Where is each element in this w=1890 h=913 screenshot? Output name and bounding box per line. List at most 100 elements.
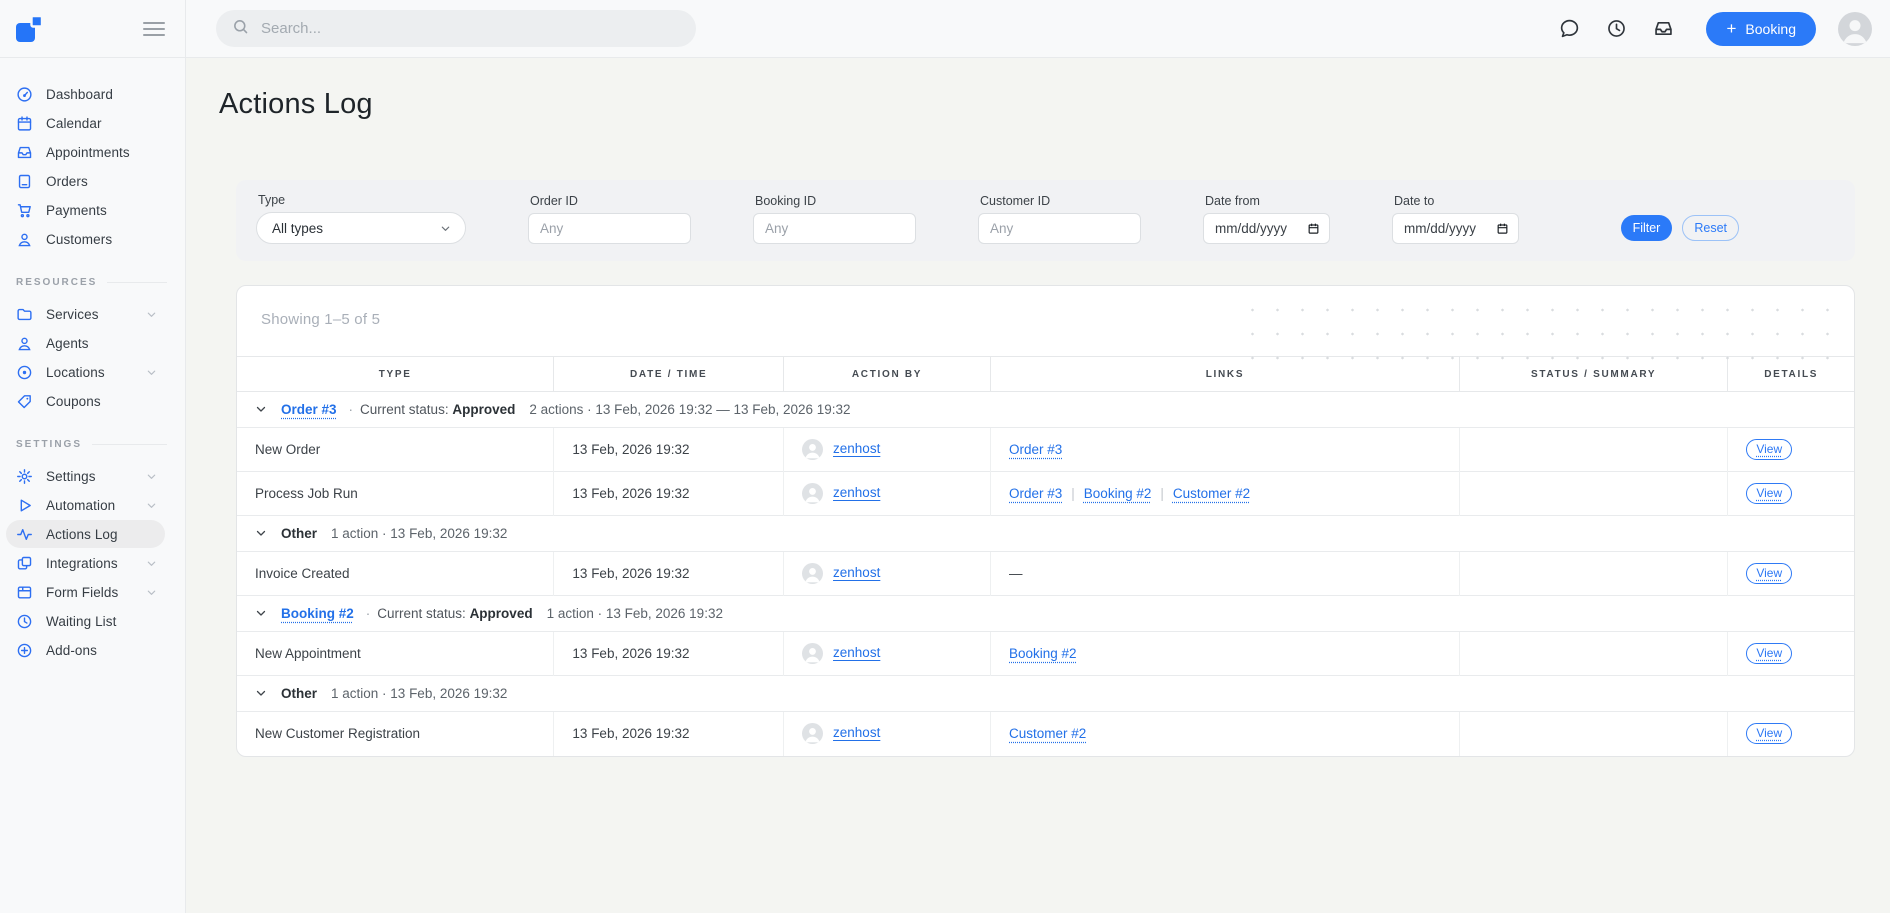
sidebar-item-orders[interactable]: Orders (6, 167, 165, 195)
action-row-new-appointment: New Appointment13 Feb, 2026 19:32zenhost… (237, 632, 1854, 676)
sidebar-section-resources: RESOURCES (16, 277, 167, 288)
sidebar-item-agents[interactable]: Agents (6, 329, 165, 357)
plus-icon: + (1726, 20, 1736, 37)
agents-icon (16, 335, 33, 352)
sidebar-item-coupons[interactable]: Coupons (6, 387, 165, 415)
action-datetime: 13 Feb, 2026 19:32 (554, 428, 784, 472)
sidebar-item-label: Automation (46, 498, 115, 513)
link-customer-2[interactable]: Customer #2 (1009, 726, 1086, 741)
dashboard-icon (16, 86, 33, 103)
avatar (802, 723, 823, 744)
filter-field-date-from: Date frommm/dd/yyyy (1203, 194, 1330, 244)
hamburger-menu-icon[interactable] (143, 22, 165, 36)
showing-count: Showing 1–5 of 5 (261, 311, 380, 328)
sidebar-section-settings: SETTINGS (16, 439, 167, 450)
column-header-links: LINKS (991, 357, 1460, 392)
actions-log-icon (16, 526, 33, 543)
link-booking-2[interactable]: Booking #2 (1084, 486, 1152, 501)
filter-label: Booking ID (755, 194, 916, 208)
chevron-down-icon[interactable] (255, 607, 267, 619)
filter-button[interactable]: Filter (1621, 215, 1673, 241)
customers-icon (16, 231, 33, 248)
group-title-link[interactable]: Order #3 (281, 402, 337, 417)
filter-label: Order ID (530, 194, 691, 208)
group-meta: 1 action · 13 Feb, 2026 19:32 (331, 526, 507, 541)
link-order-3[interactable]: Order #3 (1009, 486, 1062, 501)
view-button[interactable]: View (1746, 723, 1792, 744)
chevron-down-icon (146, 367, 157, 378)
add-booking-button[interactable]: + Booking (1706, 12, 1816, 46)
avatar (802, 643, 823, 664)
sidebar-item-form-fields[interactable]: Form Fields (6, 578, 165, 606)
column-header-type: TYPE (237, 357, 554, 392)
group-title-link[interactable]: Booking #2 (281, 606, 354, 621)
sidebar-item-label: Coupons (46, 394, 101, 409)
sidebar: Dashboard Calendar AppointmentsOrdersPayme… (0, 0, 186, 913)
action-datetime: 13 Feb, 2026 19:32 (554, 632, 784, 676)
waiting-list-icon (16, 613, 33, 630)
sidebar-item-label: Form Fields (46, 585, 118, 600)
group-row-other: Other 1 action · 13 Feb, 2026 19:32 (237, 676, 1854, 712)
customer-id-input[interactable] (978, 213, 1141, 244)
link-booking-2[interactable]: Booking #2 (1009, 646, 1077, 661)
sidebar-item-settings[interactable]: Settings (6, 462, 165, 490)
date-placeholder: mm/dd/yyyy (1404, 221, 1476, 236)
booking-id-input[interactable] (753, 213, 916, 244)
action-by-link[interactable]: zenhost (833, 565, 880, 580)
view-button[interactable]: View (1746, 643, 1792, 664)
search-bar[interactable] (216, 10, 696, 47)
view-button[interactable]: View (1746, 483, 1792, 504)
filter-label: Date to (1394, 194, 1519, 208)
filter-field-type: TypeAll types (256, 193, 466, 244)
link-order-3[interactable]: Order #3 (1009, 442, 1062, 457)
group-meta: 1 action · 13 Feb, 2026 19:32 (331, 686, 507, 701)
sidebar-item-actions-log[interactable]: Actions Log (6, 520, 165, 548)
view-button[interactable]: View (1746, 563, 1792, 584)
sidebar-item-customers[interactable]: Customers (6, 225, 165, 253)
sidebar-item-integrations[interactable]: Integrations (6, 549, 165, 577)
link-customer-2[interactable]: Customer #2 (1173, 486, 1250, 501)
view-button[interactable]: View (1746, 439, 1792, 460)
date-to-input[interactable]: mm/dd/yyyy (1392, 213, 1519, 244)
group-meta: 2 actions · 13 Feb, 2026 19:32 — 13 Feb,… (529, 402, 850, 417)
sidebar-item-services[interactable]: Services (6, 300, 165, 328)
action-datetime: 13 Feb, 2026 19:32 (554, 472, 784, 516)
filter-bar: TypeAll typesOrder IDBooking IDCustomer … (236, 180, 1855, 261)
action-by-link[interactable]: zenhost (833, 645, 880, 660)
sidebar-item-dashboard[interactable]: Dashboard (6, 80, 165, 108)
order-id-input[interactable] (528, 213, 691, 244)
sidebar-item-waiting-list[interactable]: Waiting List (6, 607, 165, 635)
sidebar-item-add-ons[interactable]: Add-ons (6, 636, 165, 664)
sidebar-item-appointments[interactable]: Appointments (6, 138, 165, 166)
sidebar-item-calendar[interactable]: Calendar (6, 109, 165, 137)
services-icon (16, 306, 33, 323)
chevron-down-icon[interactable] (255, 687, 267, 699)
sidebar-item-payments[interactable]: Payments (6, 196, 165, 224)
status-summary (1459, 428, 1727, 472)
user-avatar[interactable] (1838, 12, 1872, 46)
sidebar-item-automation[interactable]: Automation (6, 491, 165, 519)
reset-button[interactable]: Reset (1682, 215, 1739, 241)
action-by-link[interactable]: zenhost (833, 441, 880, 456)
sidebar-item-locations[interactable]: Locations (6, 358, 165, 386)
form-fields-icon (16, 584, 33, 601)
group-row-other: Other1 action · 13 Feb, 2026 19:32 (237, 516, 1854, 552)
action-by-link[interactable]: zenhost (833, 485, 880, 500)
settings-icon (16, 468, 33, 485)
group-row-order-3: Order #3·Current status: Approved2 actio… (237, 392, 1854, 428)
history-icon[interactable] (1606, 18, 1627, 39)
search-input[interactable] (261, 20, 680, 37)
actions-log-table: TYPEDATE / TIMEACTION BYLINKSSTATUS / SU… (237, 356, 1854, 756)
chat-icon[interactable] (1559, 18, 1580, 39)
chevron-down-icon[interactable] (255, 527, 267, 539)
group-title: Other (281, 686, 317, 701)
chevron-down-icon[interactable] (255, 403, 267, 415)
date-from-input[interactable]: mm/dd/yyyy (1203, 213, 1330, 244)
action-by-link[interactable]: zenhost (833, 725, 880, 740)
calendar-small-icon[interactable] (1496, 222, 1509, 235)
sidebar-item-label: Calendar (46, 116, 102, 131)
sidebar-item-label: Agents (46, 336, 89, 351)
calendar-small-icon[interactable] (1307, 222, 1320, 235)
type-select[interactable]: All types (256, 212, 466, 244)
inbox-icon[interactable] (1653, 18, 1674, 39)
